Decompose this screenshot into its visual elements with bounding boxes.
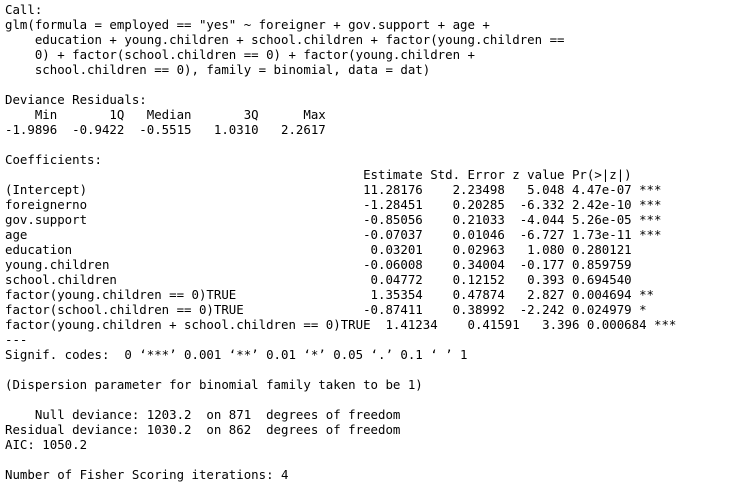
dispersion-note: (Dispersion parameter for binomial famil… bbox=[5, 377, 423, 392]
coefficient-row-factor-young-plus-school: factor(young.children + school.children … bbox=[5, 317, 677, 332]
coefficient-row-young-children: young.children -0.06008 0.34004 -0.177 0… bbox=[5, 257, 662, 272]
call-formula-line-2: education + young.children + school.chil… bbox=[5, 32, 565, 47]
deviance-residuals-header: Deviance Residuals: bbox=[5, 92, 147, 107]
null-deviance: Null deviance: 1203.2 on 871 degrees of … bbox=[5, 407, 401, 422]
deviance-residuals-labels: Min 1Q Median 3Q Max bbox=[5, 107, 341, 122]
call-header: Call: bbox=[5, 2, 43, 17]
aic: AIC: 1050.2 bbox=[5, 437, 88, 452]
deviance-residuals-values: -1.9896 -0.9422 -0.5515 1.0310 2.2617 bbox=[5, 122, 341, 137]
coefficient-row-age: age -0.07037 0.01046 -6.727 1.73e-11 *** bbox=[5, 227, 662, 242]
coefficients-header: Coefficients: bbox=[5, 152, 102, 167]
coefficient-row-education: education 0.03201 0.02963 1.080 0.280121 bbox=[5, 242, 662, 257]
call-formula-line-4: school.children == 0), family = binomial… bbox=[5, 62, 431, 77]
coefficients-separator: --- bbox=[5, 332, 28, 347]
residual-deviance: Residual deviance: 1030.2 on 862 degrees… bbox=[5, 422, 401, 437]
coefficient-row-foreignerno: foreignerno -1.28451 0.20285 -6.332 2.42… bbox=[5, 197, 662, 212]
coefficient-row-school-children: school.children 0.04772 0.12152 0.393 0.… bbox=[5, 272, 662, 287]
call-formula-line-1: glm(formula = employed == "yes" ~ foreig… bbox=[5, 17, 490, 32]
coefficient-row-gov-support: gov.support -0.85056 0.21033 -4.044 5.26… bbox=[5, 212, 662, 227]
signif-codes: Signif. codes: 0 ‘***’ 0.001 ‘**’ 0.01 ‘… bbox=[5, 347, 468, 362]
r-console-output: Call: glm(formula = employed == "yes" ~ … bbox=[5, 2, 676, 482]
coefficient-row-factor-school-children: factor(school.children == 0)TRUE -0.8741… bbox=[5, 302, 662, 317]
coefficient-row-factor-young-children: factor(young.children == 0)TRUE 1.35354 … bbox=[5, 287, 662, 302]
coefficients-column-header: Estimate Std. Error z value Pr(>|z|) bbox=[5, 167, 662, 182]
coefficient-row-intercept: (Intercept) 11.28176 2.23498 5.048 4.47e… bbox=[5, 182, 662, 197]
call-formula-line-3: 0) + factor(school.children == 0) + fact… bbox=[5, 47, 475, 62]
fisher-scoring-iterations: Number of Fisher Scoring iterations: 4 bbox=[5, 467, 289, 482]
